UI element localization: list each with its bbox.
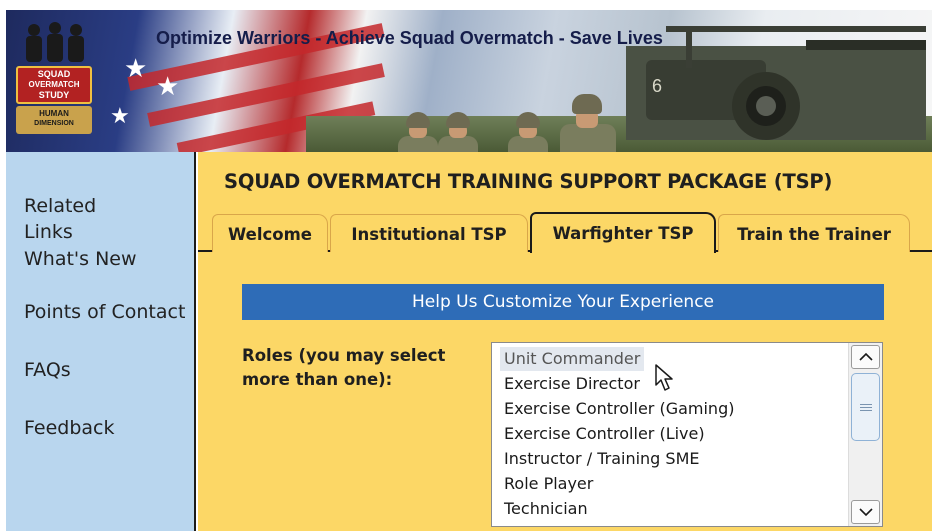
- soldier-image: [506, 112, 550, 152]
- sidebar-item-points-of-contact[interactable]: Points of Contact: [24, 300, 185, 324]
- roles-option-instructor-training-sme[interactable]: Instructor / Training SME: [500, 447, 703, 471]
- squad-overmatch-logo: SQUAD OVERMATCH STUDY HUMAN DIMENSION: [10, 14, 98, 138]
- tab-welcome[interactable]: Welcome: [212, 214, 328, 252]
- banner-tagline: Optimize Warriors - Achieve Squad Overma…: [156, 28, 663, 48]
- soldier-image: [396, 112, 440, 152]
- logo-line: SQUAD: [37, 69, 71, 79]
- star-icon: ★: [156, 72, 180, 102]
- logo-line: DIMENSION: [34, 120, 74, 127]
- sidebar-item-feedback[interactable]: Feedback: [24, 416, 114, 440]
- logo-line: OVERMATCH: [28, 80, 80, 89]
- logo-line: HUMAN: [39, 109, 69, 118]
- roles-label: Roles (you may select more than one):: [242, 346, 446, 389]
- roles-option-exercise-director[interactable]: Exercise Director: [500, 372, 644, 396]
- chevron-up-icon[interactable]: [851, 345, 880, 369]
- tab-institutional-tsp[interactable]: Institutional TSP: [330, 214, 528, 252]
- roles-option-technician[interactable]: Technician: [500, 497, 592, 521]
- sidebar: Related Links What's New Points of Conta…: [6, 152, 196, 531]
- soldiers-silhouette-icon: [26, 22, 84, 62]
- sidebar-item-whats-new[interactable]: What's New: [24, 247, 137, 271]
- logo-line: STUDY: [38, 90, 70, 100]
- page-title: SQUAD OVERMATCH TRAINING SUPPORT PACKAGE…: [224, 170, 833, 193]
- roles-option-exercise-controller-gaming[interactable]: Exercise Controller (Gaming): [500, 397, 738, 421]
- soldier-image: [436, 112, 480, 152]
- roles-option-unit-commander[interactable]: Unit Commander: [500, 347, 645, 371]
- arrow-cursor-icon: [655, 364, 673, 391]
- roles-option-role-player[interactable]: Role Player: [500, 472, 597, 496]
- roles-listbox[interactable]: Unit Commander Exercise Director Exercis…: [491, 342, 883, 527]
- listbox-scrollbar[interactable]: [848, 343, 882, 526]
- sidebar-item-faqs[interactable]: FAQs: [24, 358, 71, 382]
- chevron-down-icon[interactable]: [851, 500, 880, 524]
- tab-train-the-trainer[interactable]: Train the Trainer: [718, 214, 910, 252]
- star-icon: ★: [124, 54, 148, 84]
- header-banner: ★ ★ ★ 6 SQUAD OVERMATCH STUDY HUMAN DIME…: [6, 10, 932, 152]
- star-icon: ★: [110, 104, 130, 129]
- tab-bar: Welcome Institutional TSP Warfighter TSP…: [198, 212, 932, 253]
- sidebar-item-links[interactable]: Links: [24, 220, 73, 244]
- soldier-image: [558, 94, 618, 152]
- sidebar-item-related[interactable]: Related: [24, 194, 96, 218]
- main-content: SQUAD OVERMATCH TRAINING SUPPORT PACKAGE…: [198, 152, 932, 531]
- customize-banner: Help Us Customize Your Experience: [242, 284, 884, 320]
- roles-option-exercise-controller-live[interactable]: Exercise Controller (Live): [500, 422, 709, 446]
- scrollbar-thumb[interactable]: [851, 373, 880, 441]
- svg-text:6: 6: [652, 76, 662, 96]
- tab-warfighter-tsp[interactable]: Warfighter TSP: [530, 212, 716, 253]
